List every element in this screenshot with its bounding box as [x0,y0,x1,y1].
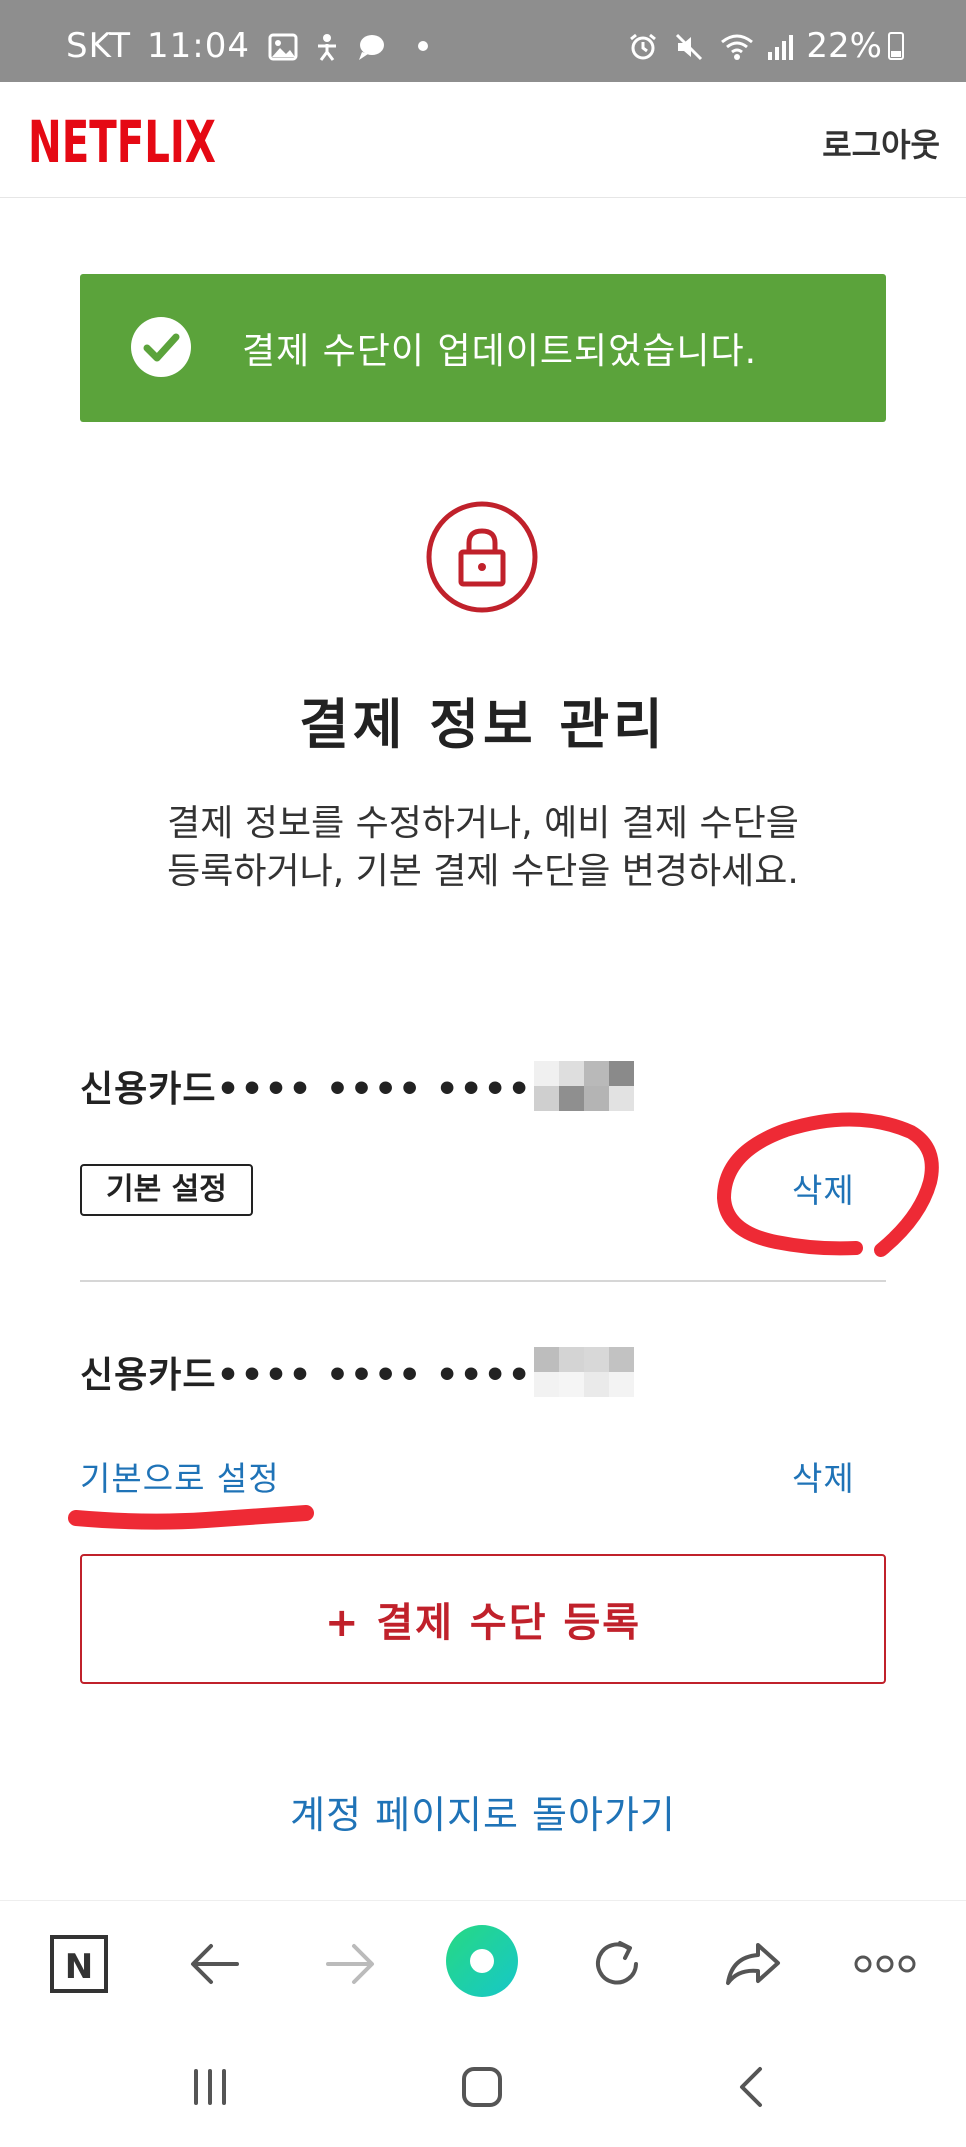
alarm-icon [628,31,658,61]
forward-arrow-icon[interactable] [315,1929,385,1999]
masked-digits [533,1347,634,1397]
system-navigation-bar [0,2030,966,2147]
divider [80,1280,886,1282]
carrier-label: SKT [66,26,132,66]
wifi-icon [720,31,754,61]
more-icon[interactable] [850,1929,920,1999]
clock: 11:04 [147,26,250,66]
home-icon[interactable] [447,2052,517,2122]
green-dot-icon[interactable] [444,1923,520,1999]
signal-icon [766,31,796,61]
netflix-logo[interactable]: NETFLIX [28,112,218,170]
card-label: 신용카드•••• •••• •••• [80,1069,532,1110]
svg-text:NETFLIX: NETFLIX [28,112,216,170]
status-left: SKT 11:04 [66,26,428,66]
back-arrow-icon[interactable] [180,1929,250,1999]
delete-link-2[interactable]: 삭제 [792,1452,855,1500]
payment-method-2-label: 신용카드•••• •••• •••• [80,1346,634,1398]
masked-digits [533,1061,634,1111]
set-default-link[interactable]: 기본으로 설정 [80,1452,280,1500]
payment-method-1-label: 신용카드•••• •••• •••• [80,1060,634,1112]
check-circle-icon [131,317,191,377]
description-line-1: 결제 정보를 수정하거나, 예비 결제 수단을 [167,803,799,844]
success-banner: 결제 수단이 업데이트되었습니다. [80,274,886,422]
notification-dot-icon [418,41,428,51]
browser-toolbar: N [0,1900,966,2030]
logout-link[interactable]: 로그아웃 [822,120,940,166]
refresh-icon[interactable] [582,1929,652,1999]
share-icon[interactable] [718,1929,788,1999]
svg-text:N: N [65,1947,93,1987]
banner-message: 결제 수단이 업데이트되었습니다. [242,331,758,372]
gallery-icon [268,31,298,61]
site-header: NETFLIX 로그아웃 [0,82,966,198]
back-to-account-link[interactable]: 계정 페이지로 돌아가기 [0,1784,966,1839]
battery-icon [888,32,904,60]
delete-link-1[interactable]: 삭제 [792,1164,855,1212]
page-title: 결제 정보 관리 [299,693,667,756]
lock-icon [426,501,538,613]
red-underline-annotation [68,1505,314,1530]
card-label: 신용카드•••• •••• •••• [80,1355,532,1396]
page-description: 결제 정보를 수정하거나, 예비 결제 수단을 등록하거나, 기본 결제 수단을… [100,800,866,896]
back-icon[interactable] [716,2052,786,2122]
battery-percent: 22% [806,26,882,66]
mute-vibrate-icon [674,31,704,61]
accessibility-icon [312,31,342,61]
status-right: 22% [622,26,904,66]
naver-home-icon[interactable]: N [44,1929,114,1999]
description-line-2: 등록하거나, 기본 결제 수단을 변경하세요. [167,851,799,892]
recent-apps-icon[interactable] [175,2052,245,2122]
default-status-badge: 기본 설정 [80,1164,253,1216]
status-bar: SKT 11:04 22% [0,0,966,82]
add-payment-method-button[interactable]: + 결제 수단 등록 [80,1554,886,1684]
chat-bubble-icon [356,31,386,61]
